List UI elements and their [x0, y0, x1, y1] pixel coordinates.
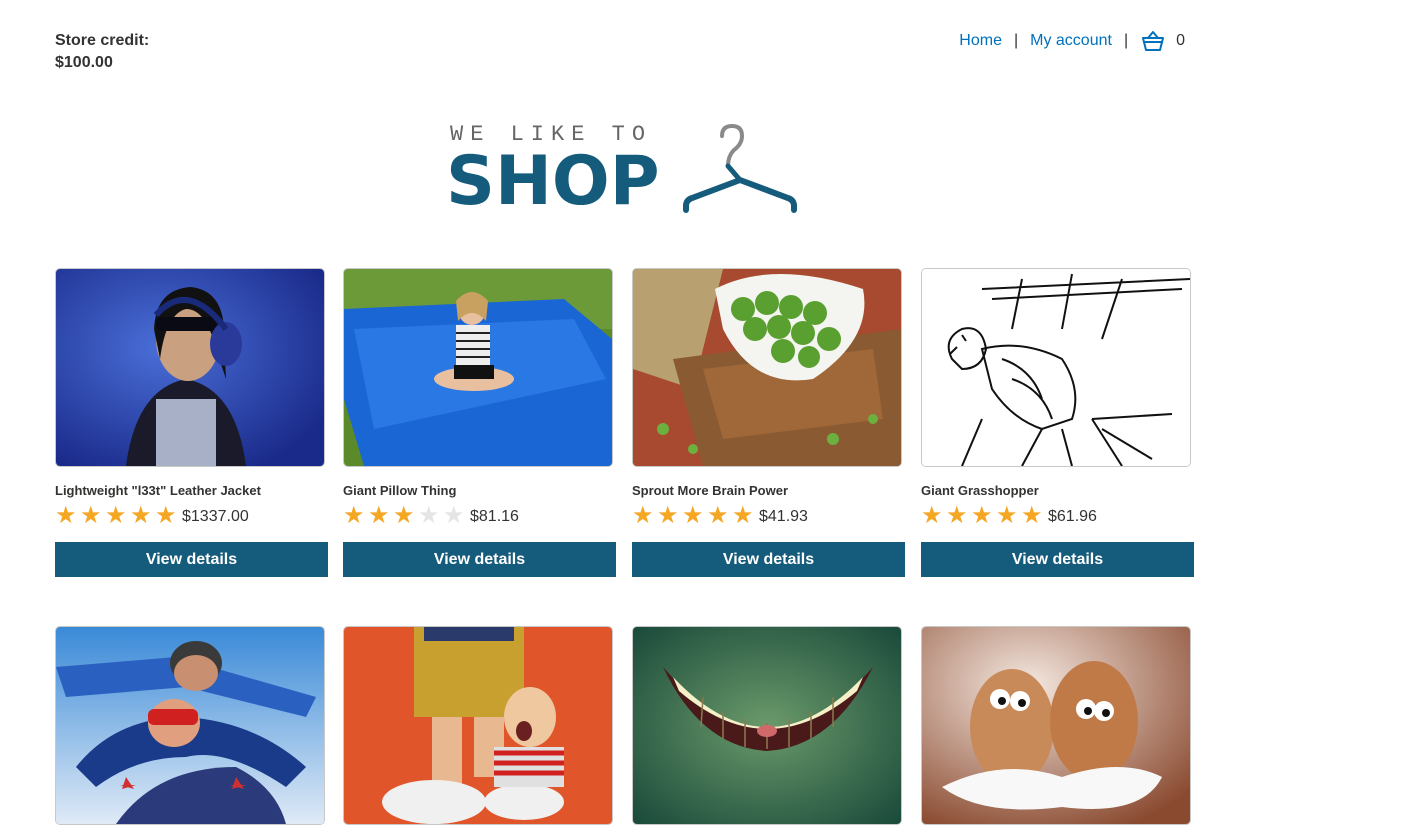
star-filled-icon: ★ — [921, 501, 943, 529]
hanger-icon — [683, 123, 797, 213]
product-image[interactable] — [921, 268, 1191, 467]
product-name: Giant Pillow Thing — [343, 483, 457, 498]
product-card — [55, 626, 329, 825]
star-filled-icon: ★ — [130, 501, 152, 529]
product-price: $81.16 — [470, 508, 519, 525]
store-credit: Store credit: $100.00 — [55, 30, 149, 74]
logo-word: SHOP — [446, 142, 660, 221]
view-details-button[interactable]: View details — [343, 542, 616, 577]
product-card: Giant Grasshopper ★ ★ ★ ★ ★ $61.96 View deta… — [921, 268, 1195, 577]
product-image[interactable] — [632, 268, 902, 467]
product-rating: ★ ★ ★ ★ ★ $61.96 — [921, 503, 1097, 527]
top-bar: Store credit: $100.00 Home | My account … — [55, 28, 1195, 78]
product-card: Giant Pillow Thing ★ ★ ★ ★ ★ $81.16 View det… — [343, 268, 617, 577]
nav-separator: | — [1013, 32, 1019, 49]
star-filled-icon: ★ — [632, 501, 654, 529]
store-credit-value: $100.00 — [55, 54, 113, 71]
product-image[interactable] — [343, 268, 613, 467]
star-filled-icon: ★ — [155, 501, 177, 529]
nav-my-account-link[interactable]: My account — [1030, 31, 1112, 51]
product-name: Sprout More Brain Power — [632, 483, 789, 498]
product-image[interactable] — [921, 626, 1191, 825]
star-filled-icon: ★ — [657, 501, 679, 529]
star-filled-icon: ★ — [946, 501, 968, 529]
nav-home-link[interactable]: Home — [959, 31, 1002, 51]
rating-stars: ★ ★ ★ ★ ★ — [921, 503, 1046, 527]
top-nav: Home | My account | 0 — [959, 30, 1185, 52]
product-image[interactable] — [55, 626, 325, 825]
product-rating: ★ ★ ★ ★ ★ $1337.00 — [55, 503, 249, 527]
shop-logo[interactable]: WE LIKE TO SHOP — [446, 118, 808, 222]
star-filled-icon: ★ — [343, 501, 365, 529]
star-filled-icon: ★ — [105, 501, 127, 529]
product-card: Lightweight "l33t" Leather Jacket ★ ★ ★ ★ ★ … — [55, 268, 329, 577]
product-card — [632, 626, 906, 825]
view-details-button[interactable]: View details — [632, 542, 905, 577]
product-image[interactable] — [632, 626, 902, 825]
product-image[interactable] — [55, 268, 325, 467]
product-name: Giant Grasshopper — [921, 483, 1039, 498]
view-details-button[interactable]: View details — [921, 542, 1194, 577]
rating-stars: ★ ★ ★ ★ ★ — [632, 503, 757, 527]
cart-count: 0 — [1176, 32, 1185, 49]
product-rating: ★ ★ ★ ★ ★ $81.16 — [343, 503, 519, 527]
nav-separator: | — [1123, 32, 1129, 49]
star-filled-icon: ★ — [971, 501, 993, 529]
product-image[interactable] — [343, 626, 613, 825]
star-filled-icon: ★ — [393, 501, 415, 529]
product-card — [343, 626, 617, 825]
product-price: $61.96 — [1048, 508, 1097, 525]
star-filled-icon: ★ — [368, 501, 390, 529]
star-filled-icon: ★ — [707, 501, 729, 529]
rating-stars: ★ ★ ★ ★ ★ — [55, 503, 180, 527]
rating-stars: ★ ★ ★ ★ ★ — [343, 503, 468, 527]
product-card — [921, 626, 1195, 825]
product-name: Lightweight "l33t" Leather Jacket — [55, 483, 261, 498]
cart-icon — [1142, 31, 1165, 51]
star-filled-icon: ★ — [55, 501, 77, 529]
star-filled-icon: ★ — [80, 501, 102, 529]
product-price: $1337.00 — [182, 508, 249, 525]
view-details-button[interactable]: View details — [55, 542, 328, 577]
product-rating: ★ ★ ★ ★ ★ $41.93 — [632, 503, 808, 527]
star-filled-icon: ★ — [1021, 501, 1043, 529]
product-card: Sprout More Brain Power ★ ★ ★ ★ ★ $41.93 Vie… — [632, 268, 906, 577]
cart-link[interactable]: 0 — [1140, 30, 1185, 52]
star-filled-icon: ★ — [732, 501, 754, 529]
star-filled-icon: ★ — [682, 501, 704, 529]
store-credit-label: Store credit: — [55, 32, 150, 49]
star-empty-icon: ★ — [443, 501, 465, 529]
star-empty-icon: ★ — [418, 501, 440, 529]
product-price: $41.93 — [759, 508, 808, 525]
star-filled-icon: ★ — [996, 501, 1018, 529]
